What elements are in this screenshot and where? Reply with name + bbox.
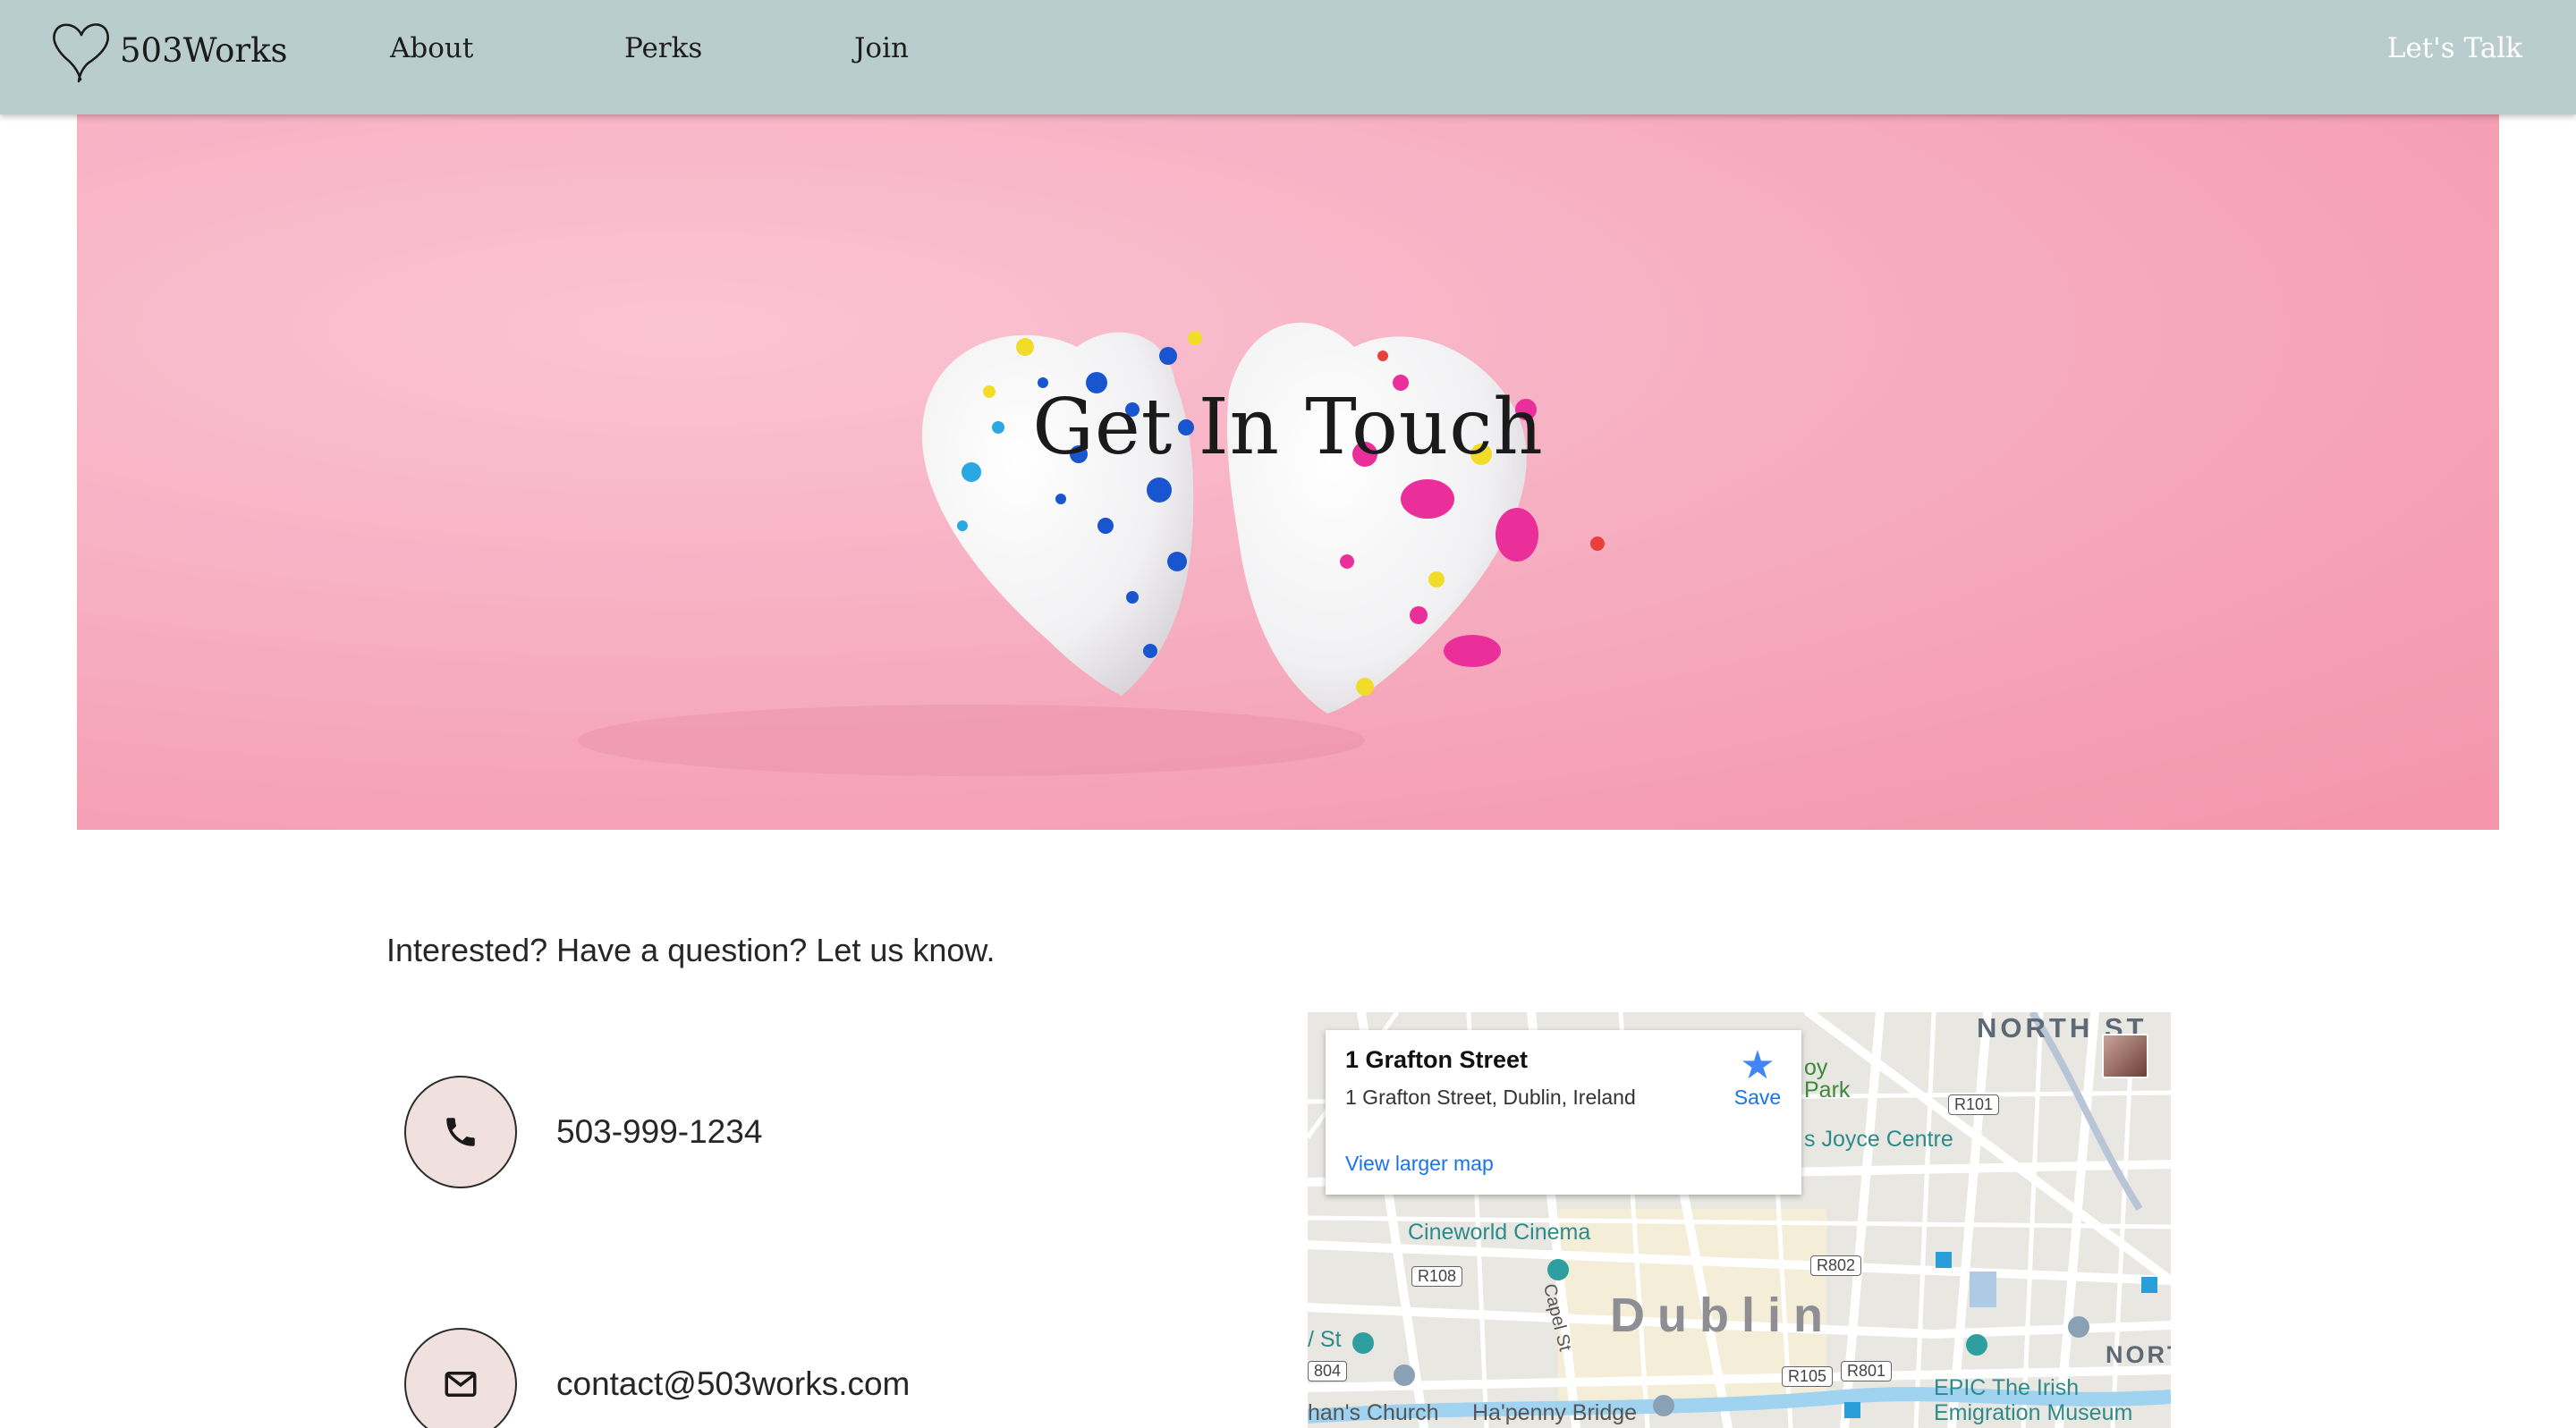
phone-number[interactable]: 503-999-1234	[556, 1113, 762, 1151]
phone-icon-circle	[404, 1076, 517, 1188]
road-shield: R105	[1782, 1366, 1834, 1387]
brand-name: 503Works	[120, 30, 288, 70]
street-view-avatar[interactable]	[2102, 1034, 2148, 1078]
road-shield: R101	[1948, 1094, 2000, 1115]
embedded-google-map[interactable]: NORTH ST NORT Dublin Cineworld Cinema s …	[1308, 1012, 2171, 1428]
lets-talk-link[interactable]: Let's Talk	[2387, 32, 2522, 64]
envelope-icon	[445, 1372, 477, 1397]
top-navbar: 503Works About Perks Join Let's Talk	[0, 0, 2576, 114]
phone-contact-row: 503-999-1234	[404, 1076, 762, 1188]
road-shield: R108	[1411, 1266, 1463, 1287]
nav-link-join[interactable]: Join	[854, 32, 909, 64]
hero-title: Get In Touch	[1032, 383, 1544, 472]
nav-link-perks[interactable]: Perks	[624, 32, 702, 64]
email-icon-circle	[404, 1328, 517, 1428]
page: 503Works About Perks Join Let's Talk Get…	[0, 0, 2576, 1428]
map-label-hapenny-bridge[interactable]: Ha'penny Bridge	[1472, 1400, 1637, 1426]
map-label-epic-museum[interactable]: EPIC The Irish Emigration Museum	[1934, 1375, 2132, 1425]
map-label-joyce-centre[interactable]: s Joyce Centre	[1804, 1127, 1953, 1153]
map-label-north: NORT	[2106, 1341, 2171, 1368]
map-label-dublin: Dublin	[1610, 1289, 1835, 1342]
map-label-park: oy Park	[1804, 1055, 1851, 1103]
star-icon: ★	[1740, 1044, 1775, 1087]
map-label-st: / St	[1308, 1327, 1342, 1352]
heart-logo-icon	[53, 23, 109, 83]
phone-icon	[446, 1118, 475, 1146]
contact-intro-text: Interested? Have a question? Let us know…	[386, 932, 996, 968]
hero-banner: Get In Touch	[77, 114, 2499, 830]
nav-link-about[interactable]: About	[390, 32, 473, 64]
map-label-cineworld[interactable]: Cineworld Cinema	[1408, 1220, 1590, 1246]
road-shield: R801	[1841, 1361, 1893, 1382]
email-contact-row: contact@503works.com	[404, 1328, 910, 1428]
brand-logo-link[interactable]: 503Works	[50, 16, 288, 84]
view-larger-map-link[interactable]: View larger map	[1345, 1152, 1494, 1176]
heart-balloons-image	[578, 322, 1605, 776]
map-place-address: 1 Grafton Street, Dublin, Ireland	[1345, 1086, 1636, 1109]
map-save-button[interactable]: ★ Save	[1726, 1046, 1789, 1110]
road-shield: R802	[1810, 1255, 1862, 1276]
road-shield: 804	[1308, 1361, 1348, 1382]
map-save-label: Save	[1733, 1086, 1782, 1109]
map-place-title: 1 Grafton Street	[1345, 1046, 1529, 1073]
map-label-church: han's Church	[1308, 1400, 1439, 1425]
email-address[interactable]: contact@503works.com	[556, 1365, 910, 1403]
map-info-card: 1 Grafton Street 1 Grafton Street, Dubli…	[1326, 1030, 1801, 1195]
